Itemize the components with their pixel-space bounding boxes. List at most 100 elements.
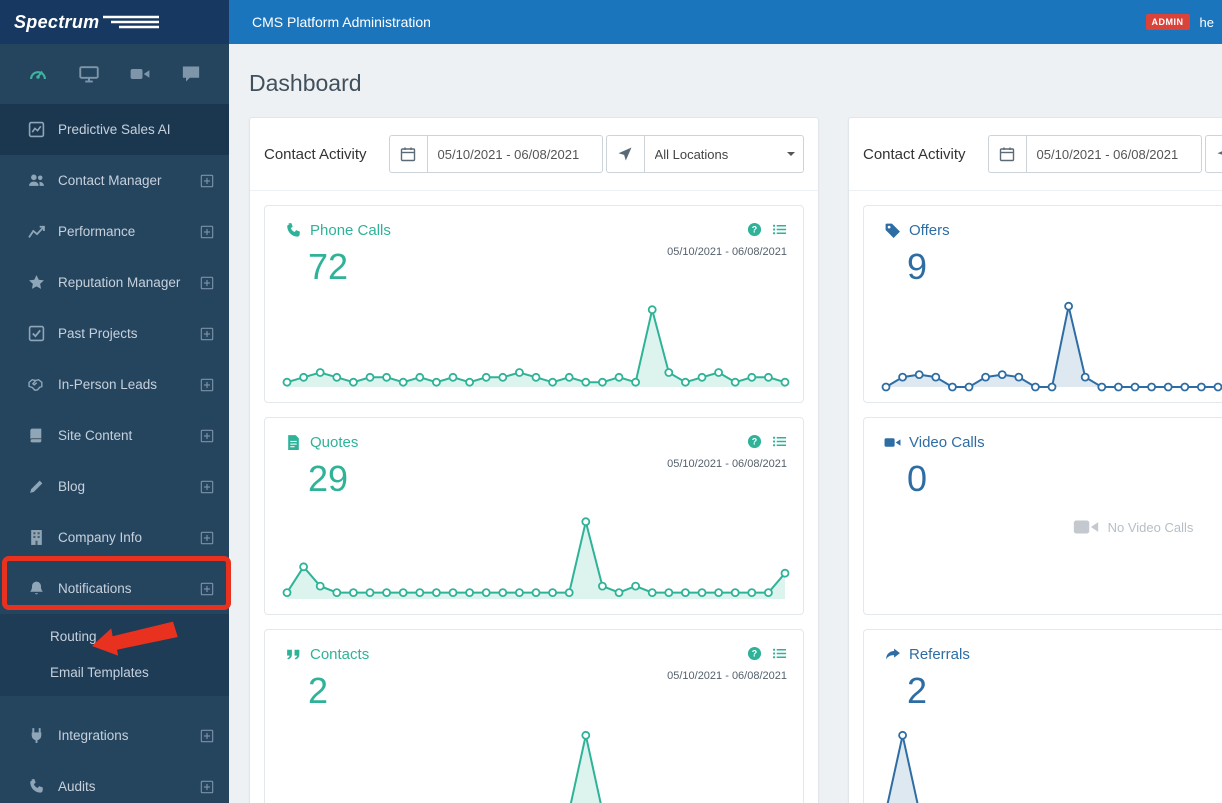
video-camera-icon — [1073, 514, 1099, 540]
app-title: CMS Platform Administration — [252, 14, 431, 30]
dashboard-gauge-icon[interactable] — [28, 64, 48, 84]
tile-corner: ? 05/10/2021 - 06/08/2021 — [667, 646, 787, 682]
question-circle-icon[interactable]: ? — [747, 222, 762, 237]
empty-state-text: No Video Calls — [1107, 519, 1194, 535]
plus-square-icon[interactable] — [200, 225, 214, 239]
panel-header: Contact Activity All Locations — [849, 118, 1222, 191]
quotation-icon — [285, 646, 302, 663]
sidebar-item-integrations[interactable]: Integrations — [0, 710, 229, 761]
sidebar: Predictive Sales AI Contact Manager Perfor… — [0, 44, 229, 803]
topbar-main: CMS Platform Administration ADMIN he — [229, 0, 1222, 44]
plus-square-icon[interactable] — [200, 480, 214, 494]
plus-square-icon[interactable] — [200, 378, 214, 392]
tile-corner: ? 05/10/2021 - 06/08/2021 — [667, 434, 787, 470]
location-group: All Locations — [605, 135, 804, 173]
building-icon — [28, 529, 45, 546]
location-arrow-addon[interactable] — [1204, 135, 1222, 173]
empty-state: No Video Calls — [864, 514, 1222, 540]
date-range-group — [388, 135, 603, 173]
plus-square-icon[interactable] — [200, 729, 214, 743]
tag-icon — [884, 222, 901, 239]
panel-title: Contact Activity — [863, 145, 966, 163]
sidebar-item-label: Reputation Manager — [58, 275, 181, 290]
sidebar-icon-row — [0, 44, 229, 104]
calendar-addon[interactable] — [987, 135, 1026, 173]
star-icon — [28, 274, 45, 291]
sidebar-subitem-email-templates[interactable]: Email Templates — [0, 655, 229, 691]
sidebar-item-predictive-sales-ai[interactable]: Predictive Sales AI — [0, 104, 229, 155]
calendar-addon[interactable] — [388, 135, 427, 173]
tile-sparkline-chart — [876, 718, 1222, 803]
plus-square-icon[interactable] — [200, 582, 214, 596]
phone-icon — [285, 222, 302, 239]
sidebar-item-label: Past Projects — [58, 326, 138, 341]
sidebar-subitem-routing[interactable]: Routing — [0, 619, 229, 655]
quote-file-icon — [285, 434, 302, 451]
location-arrow-icon — [617, 146, 633, 162]
phone-icon — [28, 778, 45, 795]
bell-icon — [28, 580, 45, 597]
date-range-input[interactable] — [426, 135, 603, 173]
sidebar-item-in-person-leads[interactable]: In-Person Leads — [0, 359, 229, 410]
tile-title: Contacts — [310, 646, 370, 663]
plus-square-icon[interactable] — [200, 780, 214, 794]
tile-header: Referrals — [864, 630, 1222, 663]
tile-corner-icons: ? — [667, 434, 787, 449]
date-range-input[interactable] — [1025, 135, 1202, 173]
metric-tile-phone-calls: Phone Calls? 05/10/2021 - 06/08/2021 72 — [264, 205, 804, 403]
svg-text:?: ? — [752, 225, 757, 235]
sidebar-item-company-info[interactable]: Company Info — [0, 512, 229, 563]
plus-square-icon[interactable] — [200, 174, 214, 188]
users-icon — [28, 172, 45, 189]
sidebar-item-performance[interactable]: Performance — [0, 206, 229, 257]
calendar-icon — [400, 146, 416, 162]
chat-icon[interactable] — [181, 64, 201, 84]
tile-date-range: 05/10/2021 - 06/08/2021 — [667, 458, 787, 470]
location-group: All Locations — [1204, 135, 1222, 173]
tile-value: 2 — [907, 670, 928, 711]
metric-tile-offers: Offers?05/10/2021 - 06/08/20219 — [863, 205, 1222, 403]
plus-square-icon[interactable] — [200, 531, 214, 545]
sidebar-item-notifications[interactable]: Notifications — [0, 563, 229, 614]
brand-logo[interactable]: Spectrum — [0, 0, 229, 44]
user-menu[interactable]: he — [1200, 15, 1214, 30]
list-icon[interactable] — [772, 222, 787, 237]
list-icon[interactable] — [772, 646, 787, 661]
video-camera-icon[interactable] — [130, 64, 150, 84]
tile-header: Video Calls — [864, 418, 1222, 451]
date-range-group — [987, 135, 1202, 173]
location-arrow-addon[interactable] — [605, 135, 644, 173]
sidebar-item-label: In-Person Leads — [58, 377, 158, 392]
tile-sparkline-chart — [876, 294, 1222, 394]
sidebar-item-reputation-manager[interactable]: Reputation Manager — [0, 257, 229, 308]
plus-square-icon[interactable] — [200, 429, 214, 443]
tile-sparkline-chart — [277, 294, 791, 394]
tile-sparkline-chart — [277, 506, 791, 606]
plus-square-icon[interactable] — [200, 327, 214, 341]
sidebar-item-contact-manager[interactable]: Contact Manager — [0, 155, 229, 206]
admin-badge: ADMIN — [1145, 14, 1190, 30]
panel-body: Offers?05/10/2021 - 06/08/20219 Video Cal… — [849, 191, 1222, 803]
sidebar-item-past-projects[interactable]: Past Projects — [0, 308, 229, 359]
sidebar-item-blog[interactable]: Blog — [0, 461, 229, 512]
app-root: Spectrum CMS Platform Administration ADM… — [0, 0, 1222, 803]
list-icon[interactable] — [772, 434, 787, 449]
contact-activity-panel: Contact Activity All Locations Offers?05/1… — [848, 117, 1222, 803]
tile-corner-icons: ? — [667, 646, 787, 661]
tile-corner: ? 05/10/2021 - 06/08/2021 — [667, 222, 787, 258]
tile-sparkline-chart — [277, 718, 791, 803]
plus-square-icon[interactable] — [200, 276, 214, 290]
panel-title: Contact Activity — [264, 145, 367, 163]
panel-body: Phone Calls? 05/10/2021 - 06/08/2021 72 Quo… — [250, 191, 818, 803]
location-select[interactable]: All Locations — [643, 135, 804, 173]
question-circle-icon[interactable]: ? — [747, 646, 762, 661]
share-icon — [884, 646, 901, 663]
svg-text:?: ? — [752, 437, 757, 447]
sidebar-item-label: Site Content — [58, 428, 133, 443]
main-content: Dashboard Contact Activity All Locations P… — [229, 44, 1222, 803]
desktop-icon[interactable] — [79, 64, 99, 84]
plug-icon — [28, 727, 45, 744]
question-circle-icon[interactable]: ? — [747, 434, 762, 449]
sidebar-item-site-content[interactable]: Site Content — [0, 410, 229, 461]
sidebar-item-audits[interactable]: Audits — [0, 761, 229, 803]
